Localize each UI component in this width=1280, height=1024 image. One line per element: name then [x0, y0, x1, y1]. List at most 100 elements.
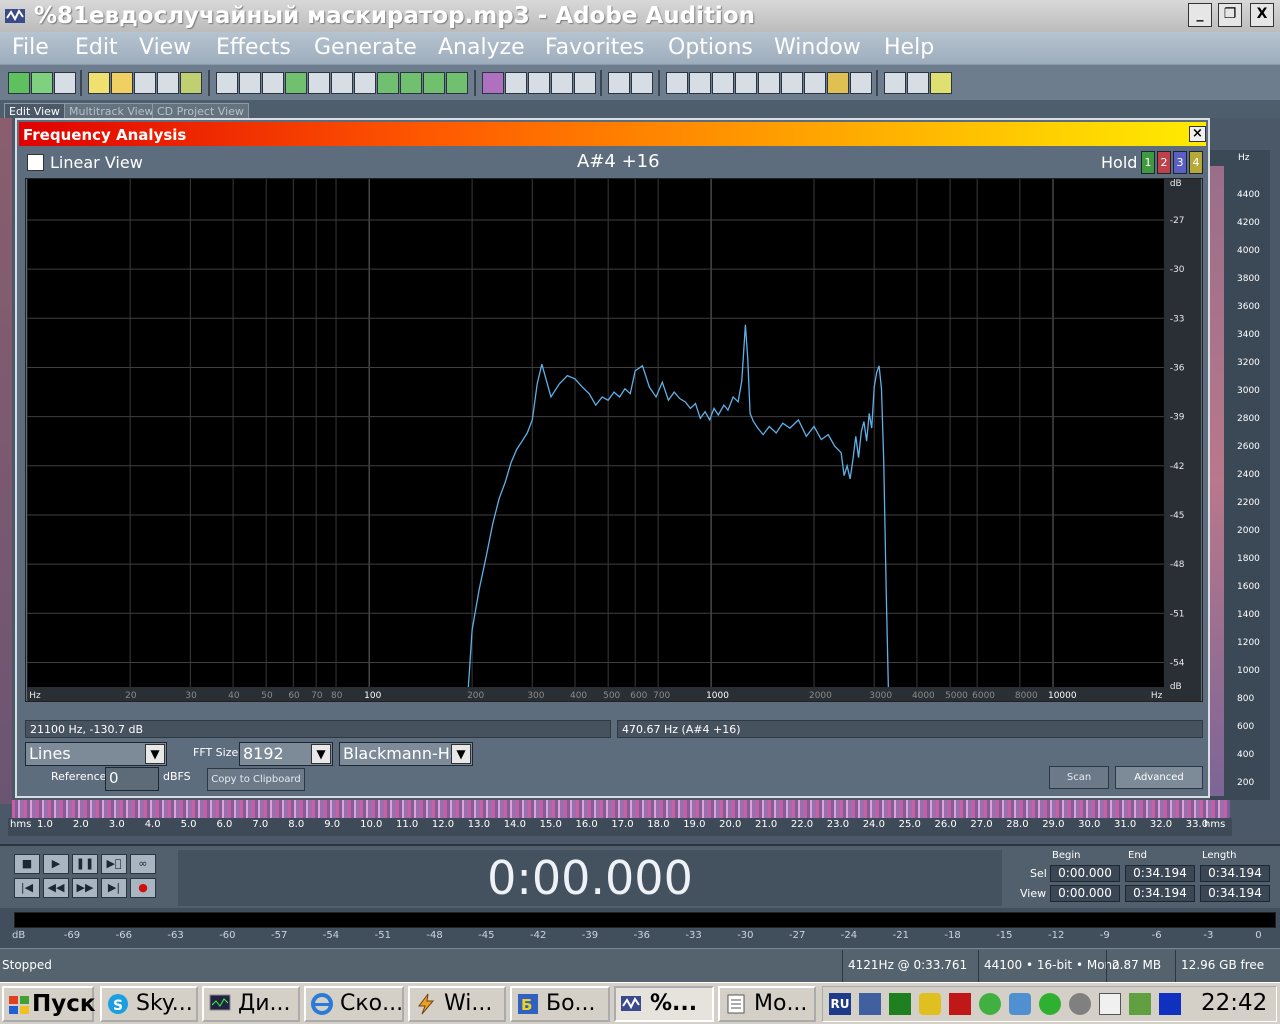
- copy-icon[interactable]: [285, 72, 307, 94]
- repeat-icon[interactable]: [262, 72, 284, 94]
- time-ruler[interactable]: hms hms 1.0 2.0 3.0 4.0 5.0 6.0 7.0 8.0 9.0 10.0 1…: [8, 818, 1232, 836]
- menu-help[interactable]: Help: [884, 35, 934, 60]
- tab-edit-view[interactable]: Edit View: [4, 103, 65, 118]
- task-task-manager[interactable]: Ди...: [202, 986, 300, 1022]
- monitor-icon[interactable]: [889, 993, 911, 1015]
- sel-length-field[interactable]: 0:34.194: [1200, 865, 1270, 882]
- spectral-pan-icon[interactable]: [528, 72, 550, 94]
- batch-icon[interactable]: [180, 72, 202, 94]
- record-icon[interactable]: ●: [130, 878, 156, 898]
- chevron-down-icon[interactable]: ▼: [311, 744, 331, 764]
- cut-icon[interactable]: [331, 72, 353, 94]
- sel-begin-field[interactable]: 0:00.000: [1050, 865, 1120, 882]
- mix-paste-icon[interactable]: [400, 72, 422, 94]
- task-internet-explorer[interactable]: Ско...: [304, 986, 404, 1022]
- shield-icon[interactable]: [1009, 993, 1031, 1015]
- window-icon[interactable]: [666, 72, 688, 94]
- tab-cd-project-view[interactable]: CD Project View: [152, 103, 249, 118]
- play-to-end-icon[interactable]: ▶⃝: [101, 854, 127, 874]
- fft-size-select[interactable]: 8192 ▼: [239, 742, 333, 766]
- menu-favorites[interactable]: Favorites: [545, 35, 644, 60]
- go-to-end-icon[interactable]: ▶|: [101, 878, 127, 898]
- save-file-icon[interactable]: [134, 72, 156, 94]
- time-selection-tool-icon[interactable]: [608, 72, 630, 94]
- start-button[interactable]: Пуск: [2, 986, 96, 1022]
- copy-new-icon[interactable]: [308, 72, 330, 94]
- edit-view-tool-icon[interactable]: [8, 72, 30, 94]
- go-to-start-icon[interactable]: |◀: [14, 878, 40, 898]
- display-mode-select[interactable]: Lines ▼: [25, 742, 167, 766]
- chevron-down-icon[interactable]: ▼: [451, 744, 471, 764]
- save-all-icon[interactable]: [157, 72, 179, 94]
- antivirus-icon[interactable]: [949, 993, 971, 1015]
- scripts-icon[interactable]: [907, 72, 929, 94]
- menu-view[interactable]: View: [139, 35, 191, 60]
- hold-button-1[interactable]: 1: [1141, 151, 1155, 174]
- open-file-icon[interactable]: [111, 72, 133, 94]
- scan-button[interactable]: Scan: [1049, 766, 1109, 789]
- redo-icon[interactable]: [239, 72, 261, 94]
- menu-options[interactable]: Options: [668, 35, 753, 60]
- advanced-button[interactable]: Advanced: [1115, 766, 1203, 789]
- loop-icon[interactable]: ∞: [130, 854, 156, 874]
- check-icon[interactable]: [979, 993, 1001, 1015]
- spectral-view-icon[interactable]: [482, 72, 504, 94]
- menu-window[interactable]: Window: [774, 35, 861, 60]
- view-begin-field[interactable]: 0:00.000: [1050, 885, 1120, 902]
- view-length-field[interactable]: 0:34.194: [1200, 885, 1270, 902]
- disc-icon[interactable]: [1069, 993, 1091, 1015]
- paste-icon[interactable]: [354, 72, 376, 94]
- cd-project-tool-icon[interactable]: [54, 72, 76, 94]
- play-icon[interactable]: ▶: [43, 854, 69, 874]
- frequency-analysis-icon[interactable]: [689, 72, 711, 94]
- marker-icon[interactable]: [827, 72, 849, 94]
- trim-icon[interactable]: [423, 72, 445, 94]
- waveform-view-icon[interactable]: [505, 72, 527, 94]
- panel-icon[interactable]: [850, 72, 872, 94]
- network-icon[interactable]: [859, 993, 881, 1015]
- level-meter-icon[interactable]: [804, 72, 826, 94]
- hold-button-4[interactable]: 4: [1189, 151, 1203, 174]
- pause-icon[interactable]: ❚❚: [72, 854, 98, 874]
- settings-gear-icon[interactable]: [884, 72, 906, 94]
- maximize-button[interactable]: ❐: [1218, 3, 1242, 27]
- minimize-button[interactable]: _: [1188, 3, 1212, 27]
- copy-to-clipboard-button[interactable]: Copy to Clipboard: [207, 768, 305, 791]
- rewind-icon[interactable]: ◀◀: [43, 878, 69, 898]
- marquee-tool-icon[interactable]: [631, 72, 653, 94]
- stop-icon[interactable]: ■: [14, 854, 40, 874]
- paste-new-icon[interactable]: [377, 72, 399, 94]
- task-documents[interactable]: Мо...: [718, 986, 816, 1022]
- spectral-phase-icon[interactable]: [551, 72, 573, 94]
- usb-device-icon[interactable]: [1099, 993, 1121, 1015]
- multitrack-tool-icon[interactable]: [31, 72, 53, 94]
- task-adobe-audition[interactable]: %...: [614, 986, 714, 1022]
- hold-button-3[interactable]: 3: [1173, 151, 1187, 174]
- help-icon[interactable]: [930, 72, 952, 94]
- grid-view-icon[interactable]: [574, 72, 596, 94]
- reference-input[interactable]: 0: [105, 767, 159, 791]
- chevron-down-icon[interactable]: ▼: [145, 744, 165, 764]
- new-file-icon[interactable]: [88, 72, 110, 94]
- task-browser[interactable]: Б Бо...: [510, 986, 610, 1022]
- view-end-field[interactable]: 0:34.194: [1125, 885, 1195, 902]
- window-function-select[interactable]: Blackmann-Hai ▼: [339, 742, 473, 766]
- linear-view-checkbox[interactable]: [27, 154, 44, 171]
- info-icon[interactable]: [712, 72, 734, 94]
- sel-end-field[interactable]: 0:34.194: [1125, 865, 1195, 882]
- frequency-spectrum-plot[interactable]: 20 30 40 50 60 70 80 100 200 300 400 500 600 700 1000 2…: [25, 178, 1203, 702]
- task-winamp[interactable]: Wi...: [408, 986, 506, 1022]
- close-window-button[interactable]: X: [1250, 3, 1274, 27]
- task-skype[interactable]: S Sky...: [100, 986, 198, 1022]
- tab-multitrack-view[interactable]: Multitrack View: [64, 103, 159, 118]
- zero-crossing-icon[interactable]: [446, 72, 468, 94]
- media-player-icon[interactable]: [1159, 993, 1181, 1015]
- menu-generate[interactable]: Generate: [314, 35, 417, 60]
- fast-forward-icon[interactable]: ▶▶: [72, 878, 98, 898]
- time-display-icon[interactable]: [781, 72, 803, 94]
- menu-edit[interactable]: Edit: [75, 35, 118, 60]
- play-list-icon[interactable]: [735, 72, 757, 94]
- language-indicator[interactable]: RU: [829, 993, 851, 1015]
- globe-icon[interactable]: [1039, 993, 1061, 1015]
- overview-waveform[interactable]: [12, 800, 1230, 818]
